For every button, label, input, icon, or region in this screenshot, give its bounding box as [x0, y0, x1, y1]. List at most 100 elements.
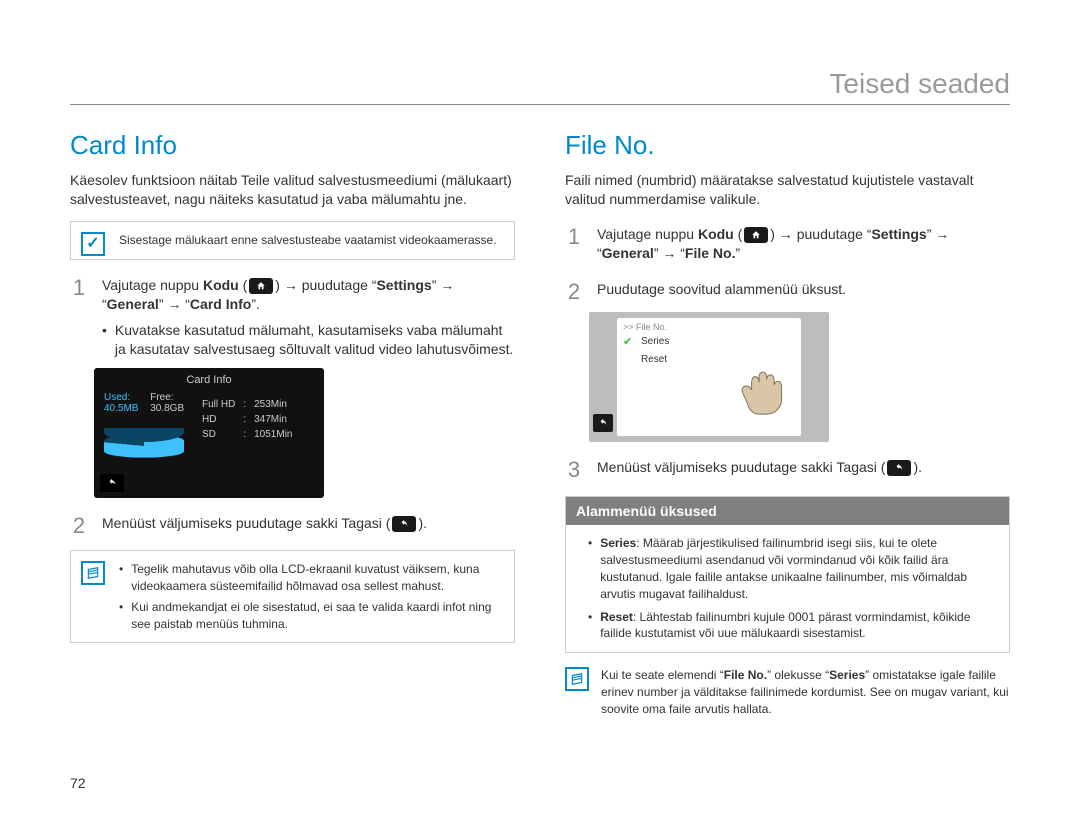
home-icon [744, 227, 768, 243]
text: ). [913, 459, 922, 475]
row-label: Full HD [202, 398, 241, 411]
card-info-label: Card Info [190, 296, 251, 312]
row-label: HD [202, 413, 241, 426]
section-title-file-no: File No. [565, 130, 1010, 161]
submenu-key: Reset [600, 610, 633, 624]
file-no-intro: Faili nimed (numbrid) määratakse salvest… [565, 171, 1010, 209]
used-value: 40.5MB [104, 403, 138, 414]
text: ” olekusse “ [767, 668, 829, 682]
submenu-item: Series: Määrab järjestikulised failinumb… [600, 535, 997, 602]
text: Vajutage nuppu [597, 226, 698, 242]
bullet-dot: • [119, 561, 123, 595]
step-number: 2 [70, 514, 88, 538]
note-capacity: •Tegelik mahutavus võib olla LCD-ekraani… [70, 550, 515, 643]
touch-hand-icon [731, 356, 791, 416]
header-title: Teised seaded [829, 68, 1010, 100]
note-series-text: Kui te seate elemendi “File No.” olekuss… [601, 667, 1010, 717]
submenu-item: Reset: Lähtestab failinumbri kujule 0001… [600, 609, 997, 643]
text: ). [418, 515, 427, 531]
header-rule [70, 104, 1010, 105]
content-columns: Card Info Käesolev funktsioon näitab Tei… [70, 130, 1010, 730]
note-item: Kui andmekandjat ei ole sisestatud, ei s… [131, 599, 502, 633]
text: → puudutage “ [280, 277, 377, 293]
file-no-step-3: 3 Menüüst väljumiseks puudutage sakki Ta… [565, 458, 1010, 482]
note-item: Tegelik mahutavus võib olla LCD-ekraanil… [131, 561, 502, 595]
step-body: Vajutage nuppu Kodu () → puudutage “Sett… [102, 276, 515, 360]
settings-label: Settings [376, 277, 431, 293]
submenu-desc: : Määrab järjestikulised failinumbrid is… [600, 536, 967, 600]
file-no-inline: File No. [724, 668, 767, 682]
bullet-dot: • [119, 599, 123, 633]
step-body: Menüüst väljumiseks puudutage sakki Taga… [102, 514, 427, 538]
step-number: 3 [565, 458, 583, 482]
note-insert-card: ✓ Sisestage mälukaart enne salvestusteab… [70, 221, 515, 260]
note-icon [81, 561, 105, 585]
kodu-label: Kodu [698, 226, 734, 242]
submenu-body: •Series: Määrab järjestikulised failinum… [566, 525, 1009, 652]
step-number: 1 [565, 225, 583, 264]
file-no-step-1: 1 Vajutage nuppu Kodu () → puudutage “Se… [565, 225, 1010, 264]
text: → puudutage “ [775, 226, 872, 242]
step-1-bullet: • Kuvatakse kasutatud mälumaht, kasutami… [102, 321, 515, 360]
lcd-title: Card Info [104, 374, 314, 386]
text: Vajutage nuppu [102, 277, 203, 293]
text: ” → “ [654, 245, 685, 261]
row-value: 1051Min [254, 428, 298, 441]
right-column: File No. Faili nimed (numbrid) määrataks… [565, 130, 1010, 730]
bullet-dot: • [102, 321, 107, 360]
step-number: 2 [565, 280, 583, 304]
row-value: 253Min [254, 398, 298, 411]
general-label: General [602, 245, 654, 261]
home-icon [249, 278, 273, 294]
free-value: 30.8GB [150, 403, 184, 414]
page-number: 72 [70, 775, 86, 791]
note-series: Kui te seate elemendi “File No.” olekuss… [565, 667, 1010, 717]
text: Kui te seate elemendi “ [601, 668, 724, 682]
used-label: Used: [104, 392, 130, 403]
card-info-intro: Käesolev funktsioon näitab Teile valitud… [70, 171, 515, 209]
check-icon: ✓ [81, 232, 105, 256]
bullet-text: Kuvatakse kasutatud mälumaht, kasutamise… [115, 321, 515, 360]
file-no-step-2: 2 Puudutage soovitud alammenüü üksust. [565, 280, 1010, 304]
check-icon: ✔ [623, 335, 635, 348]
back-icon [887, 460, 911, 476]
breadcrumb: >> File No. [623, 322, 795, 332]
step-body: Menüüst väljumiseks puudutage sakki Taga… [597, 458, 922, 482]
menu-item-label: Reset [641, 354, 667, 365]
back-icon [392, 516, 416, 532]
series-inline: Series [829, 668, 865, 682]
note-insert-card-text: Sisestage mälukaart enne salvestusteabe … [119, 233, 497, 247]
text: ” → “ [159, 296, 190, 312]
note-icon [565, 667, 589, 691]
card-info-step-2: 2 Menüüst väljumiseks puudutage sakki Ta… [70, 514, 515, 538]
text: Menüüst väljumiseks puudutage sakki Taga… [102, 515, 390, 531]
card-info-screen: Card Info Used: 40.5MB Free: 30.8GB Full… [94, 368, 324, 498]
step-number: 1 [70, 276, 88, 360]
menu-item-label: Series [641, 336, 669, 347]
general-label: General [107, 296, 159, 312]
text: Menüüst väljumiseks puudutage sakki Taga… [597, 459, 885, 475]
submenu-key: Series [600, 536, 636, 550]
pie-chart-icon: Used: 40.5MB Free: 30.8GB [104, 392, 194, 468]
submenu-box: Alammenüü üksused •Series: Määrab järjes… [565, 496, 1010, 653]
back-icon [593, 414, 613, 432]
back-icon [100, 474, 124, 492]
page: Teised seaded Card Info Käesolev funktsi… [0, 0, 1080, 827]
free-label: Free: [150, 392, 173, 403]
file-no-label: File No. [685, 245, 736, 261]
lcd-stats: Full HD:253Min HD:347Min SD:1051Min [200, 396, 300, 468]
row-value: 347Min [254, 413, 298, 426]
menu-item-series: ✔ Series [623, 332, 795, 351]
row-label: SD [202, 428, 241, 441]
text: ”. [251, 296, 260, 312]
section-title-card-info: Card Info [70, 130, 515, 161]
submenu-desc: : Lähtestab failinumbri kujule 0001 pära… [600, 610, 970, 641]
text: ” [735, 245, 740, 261]
step-body: Puudutage soovitud alammenüü üksust. [597, 280, 846, 304]
step-body: Vajutage nuppu Kodu () → puudutage “Sett… [597, 225, 1010, 264]
kodu-label: Kodu [203, 277, 239, 293]
file-no-screen: >> File No. ✔ Series Reset [589, 312, 829, 442]
settings-label: Settings [871, 226, 926, 242]
bullet-dot: • [588, 535, 592, 602]
submenu-header: Alammenüü üksused [566, 497, 1009, 525]
